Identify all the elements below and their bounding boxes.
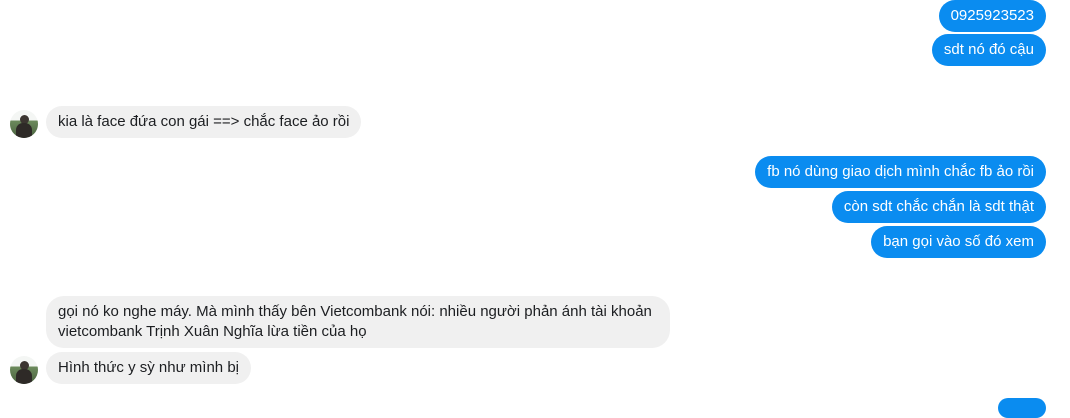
message-bubble-outgoing[interactable]: fb nó dùng giao dịch mình chắc fb ảo rồi bbox=[755, 156, 1046, 188]
message-text: kia là face đứa con gái ==> chắc face ảo… bbox=[58, 113, 350, 130]
message-text: fb nó dùng giao dịch mình chắc fb ảo rồi bbox=[767, 163, 1034, 180]
message-bubble-outgoing[interactable]: bạn gọi vào số đó xem bbox=[871, 226, 1046, 258]
message-text: gọi nó ko nghe máy. Mà mình thấy bên Vie… bbox=[58, 303, 652, 340]
message-text: bạn gọi vào số đó xem bbox=[883, 233, 1034, 250]
message-bubble-outgoing-partial[interactable] bbox=[998, 398, 1046, 418]
avatar-torso-shape bbox=[16, 123, 32, 138]
message-text: Hình thức y sỳ như mình bị bbox=[58, 359, 239, 376]
message-bubble-outgoing[interactable]: 0925923523 bbox=[938, 0, 1046, 32]
message-bubble-incoming[interactable]: Hình thức y sỳ như mình bị bbox=[46, 352, 251, 384]
message-bubble-outgoing[interactable]: sdt nó đó cậu bbox=[931, 34, 1046, 66]
message-bubble-incoming[interactable]: gọi nó ko nghe máy. Mà mình thấy bên Vie… bbox=[46, 296, 670, 348]
message-text: 0925923523 bbox=[950, 7, 1034, 24]
avatar-torso-shape bbox=[16, 369, 32, 384]
contact-avatar[interactable] bbox=[10, 110, 38, 138]
message-text: còn sdt chắc chắn là sdt thật bbox=[843, 198, 1034, 215]
message-bubble-outgoing[interactable]: còn sdt chắc chắn là sdt thật bbox=[831, 191, 1046, 223]
contact-avatar[interactable] bbox=[10, 356, 38, 384]
message-bubble-incoming[interactable]: kia là face đứa con gái ==> chắc face ảo… bbox=[46, 106, 362, 138]
message-text: sdt nó đó cậu bbox=[943, 41, 1034, 58]
